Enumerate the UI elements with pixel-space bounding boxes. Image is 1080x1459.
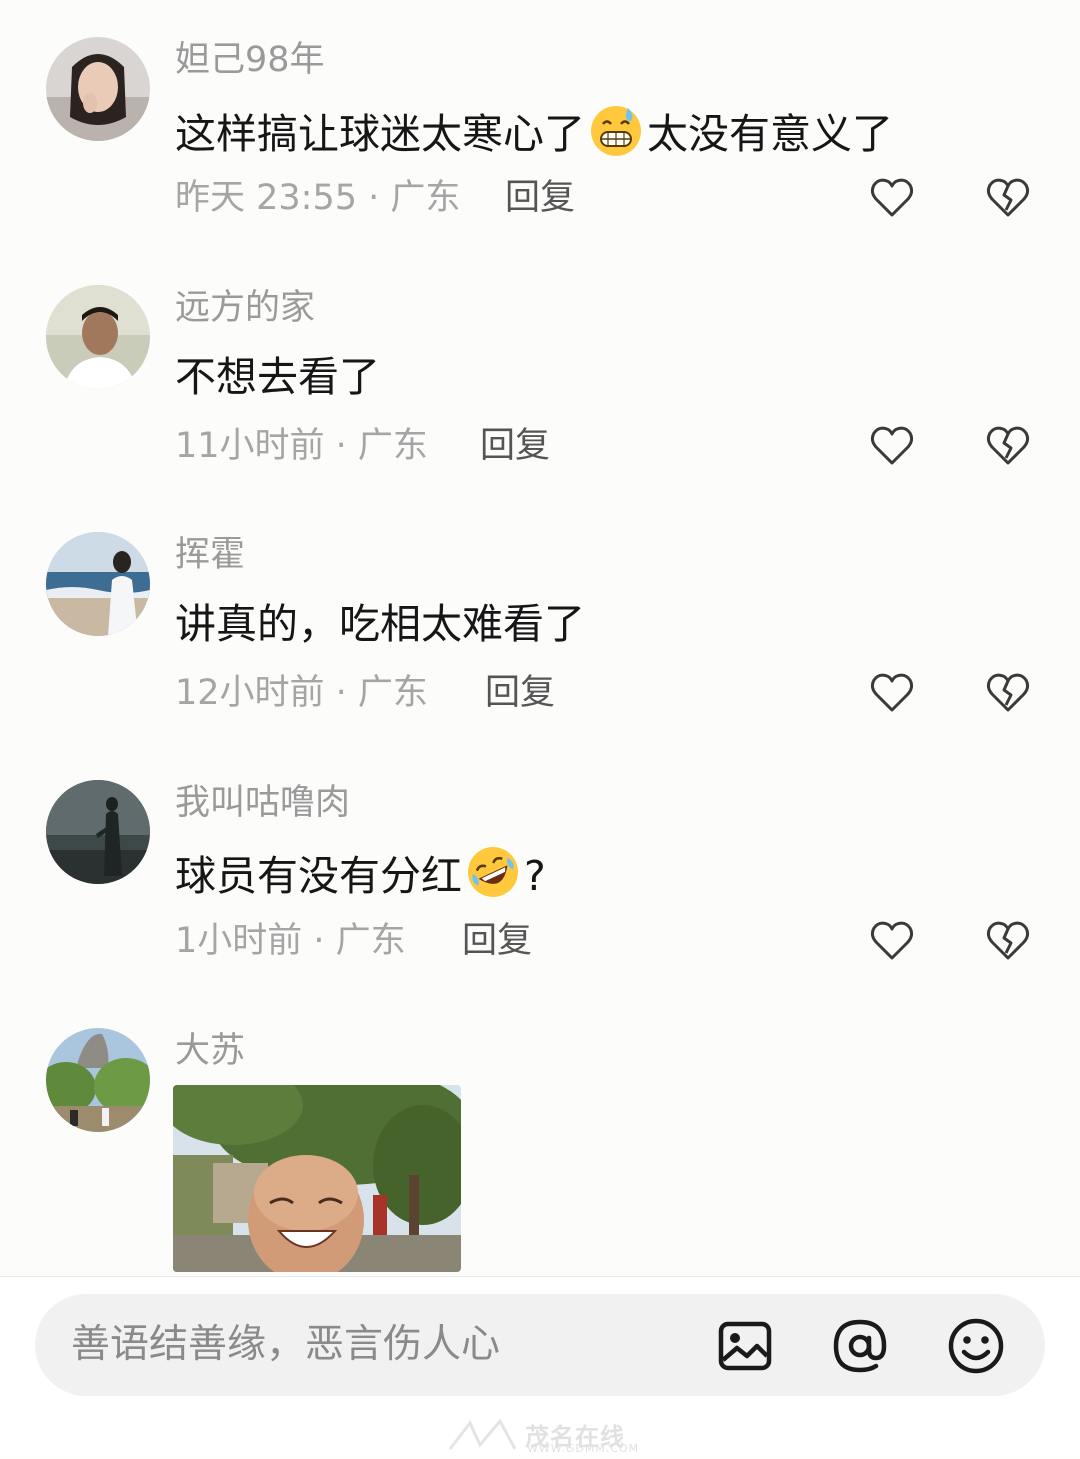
watermark-url: WWW.GDMM.COM	[527, 1442, 640, 1455]
comment-meta: 11小时前 · 广东	[175, 426, 428, 466]
reply-button[interactable]: 回复	[485, 671, 555, 715]
comment-text-part: ?	[524, 852, 546, 900]
emoji-icon[interactable]	[946, 1316, 1006, 1376]
like-icon[interactable]	[868, 174, 916, 222]
comment-username[interactable]: 远方的家	[175, 286, 315, 330]
comment-input-placeholder: 善语结善缘，恶言伤人心	[71, 1322, 501, 1367]
broken-heart-icon[interactable]	[984, 422, 1032, 470]
comment-text: 讲真的，吃相太难看了	[175, 600, 585, 648]
watermark-logo-icon	[448, 1418, 517, 1450]
site-watermark: 茂名在线 WWW.GDMM.COM	[445, 1415, 645, 1455]
comment-text-part: 这样搞让球迷太寒心了	[175, 110, 585, 158]
avatar[interactable]	[46, 285, 150, 389]
comment-username[interactable]: 妲己98年	[175, 38, 325, 82]
comment-input[interactable]: 善语结善缘，恶言伤人心	[35, 1294, 1045, 1396]
comment-input-bar: 善语结善缘，恶言伤人心 茂名在线 WWW.GDMM.COM	[0, 1276, 1080, 1458]
comment-username[interactable]: 我叫咕噜肉	[175, 781, 350, 825]
avatar[interactable]	[46, 37, 150, 141]
avatar[interactable]	[46, 780, 150, 884]
reply-button[interactable]: 回复	[480, 424, 550, 468]
comment-meta: 1小时前 · 广东	[175, 921, 406, 961]
comment-username[interactable]: 大苏	[175, 1029, 245, 1073]
comment-meta: 昨天 23:55 · 广东	[175, 178, 461, 218]
avatar[interactable]	[46, 532, 150, 636]
like-icon[interactable]	[868, 422, 916, 470]
broken-heart-icon[interactable]	[984, 669, 1032, 717]
comment-text-part: 太没有意义了	[647, 110, 893, 158]
like-icon[interactable]	[868, 917, 916, 965]
comment-text: 不想去看了	[175, 353, 380, 401]
like-icon[interactable]	[868, 669, 916, 717]
comment-text: 球员有没有分红 ?	[175, 844, 546, 904]
avatar[interactable]	[46, 1028, 150, 1132]
comment-text: 这样搞让球迷太寒心了 太没有意义了	[175, 102, 893, 162]
comment-text-part: 球员有没有分红	[175, 852, 462, 900]
reply-button[interactable]: 回复	[505, 176, 575, 220]
comment-meta: 12小时前 · 广东	[175, 673, 428, 713]
broken-heart-icon[interactable]	[984, 917, 1032, 965]
comment-attached-image[interactable]	[173, 1085, 461, 1272]
broken-heart-icon[interactable]	[984, 174, 1032, 222]
at-mention-icon[interactable]	[830, 1316, 890, 1376]
grimacing-sweat-emoji	[591, 106, 641, 156]
comment-username[interactable]: 挥霍	[175, 533, 245, 577]
reply-button[interactable]: 回复	[462, 919, 532, 963]
rofl-emoji	[468, 847, 518, 897]
image-icon[interactable]	[715, 1316, 775, 1376]
